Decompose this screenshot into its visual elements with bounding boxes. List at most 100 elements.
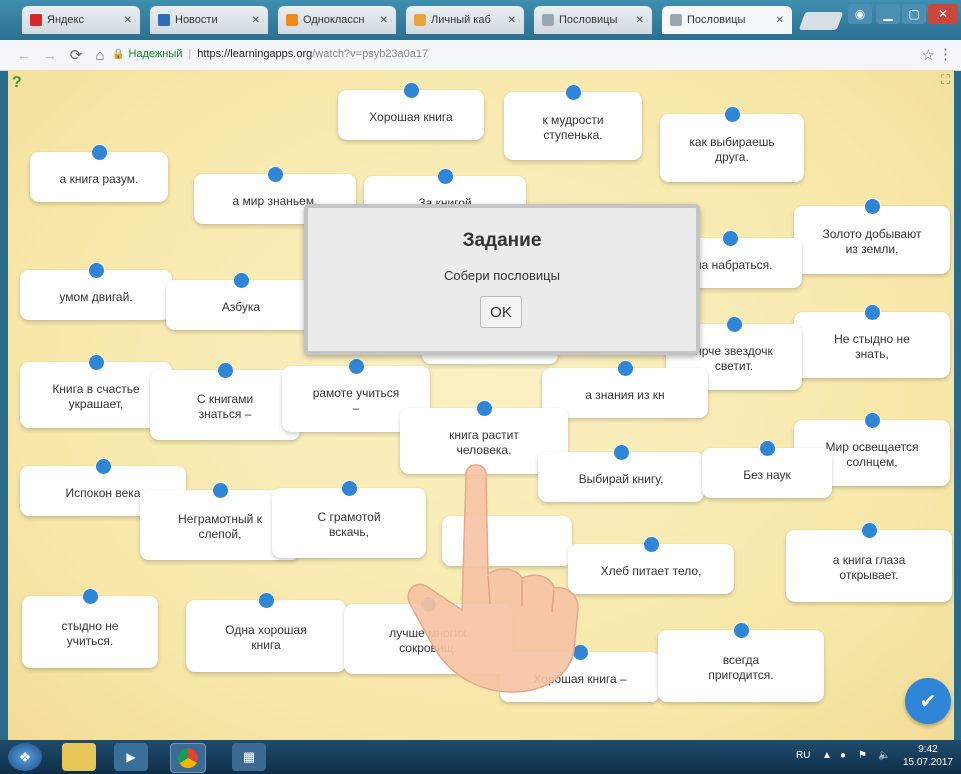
drag-handle[interactable] [92,145,107,160]
minimize-icon[interactable]: ▁ [876,4,900,24]
drag-handle[interactable] [865,413,880,428]
url-input[interactable]: 🔒 Надежный | https://learningapps.org/wa… [112,44,922,64]
drag-handle[interactable] [342,481,357,496]
tray-expand-icon[interactable]: ▲ [822,750,832,761]
browser-tab-yandex[interactable]: Яндекс ✕ [22,6,140,34]
learningapps-board: ? ⛶ Хорошая книга к мудрости ступенька. … [8,70,954,740]
drag-handle[interactable] [865,199,880,214]
drag-handle[interactable] [614,445,629,460]
user-icon[interactable]: ◉ [848,4,872,24]
clock-time: 9:42 [918,744,938,755]
drag-handle[interactable] [862,523,877,538]
maximize-icon[interactable]: ▢ [902,4,926,24]
browser-title-bar: Яндекс ✕ Новости ✕ Одноклассн ✕ Личный каб ✕… [0,0,961,40]
drag-handle[interactable] [618,361,633,376]
home-icon[interactable]: ⌂ [90,45,110,65]
help-icon[interactable]: ? [12,74,22,92]
bookmark-star-icon[interactable]: ☆ [922,46,935,64]
drag-handle[interactable] [438,169,453,184]
drag-handle[interactable] [259,593,274,608]
drag-handle[interactable] [89,263,104,278]
drag-handle[interactable] [477,401,492,416]
browser-tab-proverbs-2[interactable]: Пословицы ✕ [662,6,792,34]
network-icon[interactable]: ● [840,750,846,761]
close-icon[interactable]: ✕ [504,15,516,26]
back-icon[interactable]: ← [14,45,34,65]
proverb-card[interactable]: Хорошая книга [338,83,484,140]
ok-button[interactable]: OK [480,296,522,328]
proverb-card[interactable]: Азбука [166,273,316,330]
drag-handle[interactable] [83,589,98,604]
drag-handle[interactable] [760,441,775,456]
proverb-card[interactable]: С книгами знаться – [150,363,300,440]
task-dialog: Задание Собери пословицы OK [304,204,700,355]
check-answers-button[interactable]: ✔ [905,678,951,724]
secure-label: Надежный [128,48,183,60]
drag-handle[interactable] [725,107,740,122]
window-icon: ▦ [242,749,256,764]
flag-icon[interactable]: ⚑ [858,750,867,761]
browser-tab-news[interactable]: Новости ✕ [150,6,268,34]
dialog-title: Задание [462,230,542,251]
close-icon[interactable]: ✕ [772,15,784,26]
explorer-taskbar-icon[interactable] [62,743,96,771]
proverb-card[interactable]: Хлеб питает тело, [568,537,734,594]
start-button[interactable]: ❖ [8,743,42,771]
drag-handle[interactable] [723,231,738,246]
play-icon: ▶ [126,750,136,764]
proverb-card[interactable]: а книга глаза открывает. [786,523,952,602]
chrome-taskbar-icon[interactable] [170,743,206,773]
fullscreen-icon[interactable]: ⛶ [941,72,950,88]
close-icon[interactable]: ✕ [248,15,260,26]
drag-handle[interactable] [89,355,104,370]
news-icon [158,14,170,26]
proverb-card[interactable]: всегда пригодится. [658,623,824,702]
windows-logo-icon: ❖ [18,748,32,765]
forward-icon[interactable]: → [40,45,60,65]
window-close-icon[interactable]: ✕ [928,4,958,24]
language-indicator[interactable]: RU [796,750,810,761]
volume-icon[interactable]: 🔈 [878,750,890,761]
drag-handle[interactable] [566,85,581,100]
proverb-card[interactable]: как выбираешь друга. [660,107,804,182]
check-icon: ✔ [919,690,937,713]
pointing-hand-icon [407,464,579,693]
new-tab-button[interactable] [798,12,844,30]
drag-handle[interactable] [727,317,742,332]
drag-handle[interactable] [734,623,749,638]
browser-tab-odnoklassniki[interactable]: Одноклассн ✕ [278,6,396,34]
proverb-card[interactable]: Золото добывают из земли, [794,199,950,274]
browser-tab-proverbs-1[interactable]: Пословицы ✕ [534,6,652,34]
dialog-text: Собери пословицы [444,268,560,283]
proverb-card[interactable]: Без наук [702,441,832,498]
drag-handle[interactable] [218,363,233,378]
proverb-card[interactable]: стыдно не учиться. [22,589,158,668]
drag-handle[interactable] [865,305,880,320]
drag-handle[interactable] [96,459,111,474]
proverb-card[interactable]: умом двигай. [20,263,172,320]
address-bar: ← → ⟳ ⌂ 🔒 Надежный | https://learningapp… [0,40,961,71]
media-taskbar-icon[interactable]: ▶ [114,743,148,771]
proverb-card[interactable]: С грамотой вскачь, [272,481,426,558]
proverb-card[interactable]: к мудрости ступенька. [504,85,642,160]
proverb-card[interactable]: Одна хорошая книга [186,593,346,672]
close-icon[interactable]: ✕ [632,15,644,26]
proverb-card[interactable]: а знания из кн [542,361,708,418]
drag-handle[interactable] [349,359,364,374]
drag-handle[interactable] [404,83,419,98]
drag-handle[interactable] [234,273,249,288]
proverb-card[interactable]: Не стыдно не знать, [794,305,950,378]
reload-icon[interactable]: ⟳ [66,45,86,65]
clock[interactable]: 9:42 15.07.2017 [903,743,953,769]
menu-icon[interactable]: ⋮ [938,45,953,63]
yandex-icon [30,14,42,26]
browser-tab-cabinet[interactable]: Личный каб ✕ [406,6,524,34]
close-icon[interactable]: ✕ [120,15,132,26]
drag-handle[interactable] [268,167,283,182]
lock-icon: 🔒 [112,48,125,60]
close-icon[interactable]: ✕ [376,15,388,26]
drag-handle[interactable] [644,537,659,552]
app-taskbar-icon[interactable]: ▦ [232,743,266,771]
proverb-card[interactable]: а книга разум. [30,145,168,202]
drag-handle[interactable] [213,483,228,498]
